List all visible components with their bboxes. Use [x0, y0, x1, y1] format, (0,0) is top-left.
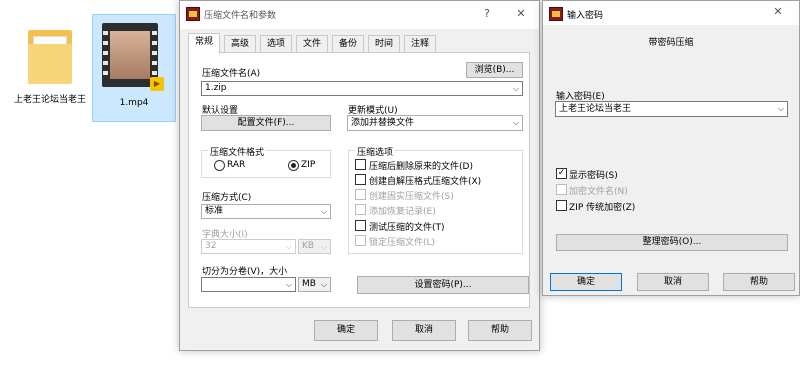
password-subtitle: 带密码压缩 [648, 38, 694, 48]
split-unit-value: MB [302, 279, 316, 289]
tab-comment[interactable]: 注释 [404, 35, 437, 53]
archive-name-combo[interactable]: 1.zip ⌵ [201, 81, 523, 96]
test-files-checkbox[interactable] [355, 220, 366, 231]
encrypt-names-label: 加密文件名(N) [569, 187, 628, 197]
zip-legacy-checkbox[interactable] [556, 200, 567, 211]
recovery-record-checkbox[interactable] [355, 204, 366, 215]
folder-front-icon [28, 44, 72, 84]
method-value: 标准 [205, 206, 224, 216]
archive-cancel-button[interactable]: 取消 [392, 320, 456, 341]
delete-after-label: 压缩后删除原来的文件(D) [369, 162, 473, 172]
password-input[interactable]: 上老王论坛当老王 ⌵ [555, 101, 788, 117]
format-group-title: 压缩文件格式 [208, 145, 267, 158]
tab-advanced[interactable]: 高级 [224, 35, 257, 53]
archive-help-button[interactable]: 帮助 [468, 320, 532, 341]
dict-unit-select[interactable]: KB ⌵ [298, 239, 331, 254]
split-unit-select[interactable]: MB ⌵ [298, 277, 331, 292]
winrar-app-icon [186, 7, 200, 21]
solid-archive-label: 创建固实压缩文件(S) [369, 192, 454, 202]
format-group: 压缩文件格式 RAR ZIP [201, 145, 331, 178]
dict-unit-value: KB [302, 241, 315, 251]
format-rar-label: RAR [227, 160, 246, 170]
lock-archive-checkbox[interactable] [355, 235, 366, 246]
chevron-down-icon: ⌵ [320, 207, 327, 216]
archive-dialog-titlebar: 压缩文件名和参数 ? ✕ [180, 1, 539, 29]
organize-passwords-button[interactable]: 整理密码(O)... [556, 234, 788, 251]
password-dialog-titlebar: 输入密码 ✕ [543, 1, 799, 25]
password-help-button[interactable]: 帮助 [723, 273, 795, 291]
recovery-record-label: 添加恢复记录(E) [369, 207, 436, 217]
split-label: 切分为分卷(V)，大小 [202, 267, 288, 277]
create-sfx-label: 创建自解压格式压缩文件(X) [369, 177, 482, 187]
options-group-title: 压缩选项 [355, 145, 396, 158]
zip-legacy-label: ZIP 传统加密(Z) [569, 203, 636, 213]
help-icon[interactable]: ? [478, 5, 496, 23]
video-file-label: 1.mp4 [119, 98, 149, 108]
tab-time[interactable]: 时间 [368, 35, 401, 53]
dict-size-select[interactable]: 32 ⌵ [201, 239, 296, 254]
solid-archive-checkbox[interactable] [355, 189, 366, 200]
show-password-checkbox[interactable]: ✓ [556, 168, 567, 179]
chevron-down-icon: ⌵ [512, 84, 519, 93]
archive-name-label: 压缩文件名(A) [202, 69, 261, 79]
method-select[interactable]: 标准 ⌵ [201, 204, 331, 219]
format-zip-label: ZIP [301, 160, 316, 170]
folder-label: 上老王论坛当老王 [13, 95, 86, 105]
password-dialog: 输入密码 ✕ 带密码压缩 输入密码(E) 上老王论坛当老王 ⌵ ✓ 显示密码(S… [542, 0, 800, 296]
tab-options[interactable]: 选项 [260, 35, 293, 53]
video-file-icon: ▶ [102, 23, 164, 91]
password-dialog-title: 输入密码 [567, 11, 604, 21]
archive-dialog-title: 压缩文件名和参数 [204, 11, 277, 21]
winrar-app-icon [549, 7, 563, 21]
lock-archive-label: 锁定压缩文件(L) [369, 238, 436, 248]
folder-item[interactable]: 上老王论坛当老王 [8, 14, 92, 122]
method-label: 压缩方式(C) [202, 193, 252, 203]
close-icon[interactable]: ✕ [512, 5, 530, 23]
encrypt-names-checkbox[interactable] [556, 184, 567, 195]
format-rar-radio[interactable] [214, 160, 225, 171]
set-password-button[interactable]: 设置密码(P)... [357, 276, 529, 294]
create-sfx-checkbox[interactable] [355, 174, 366, 185]
chevron-down-icon: ⌵ [285, 280, 292, 289]
profiles-button[interactable]: 配置文件(F)... [201, 115, 331, 131]
password-value: 上老王论坛当老王 [559, 104, 632, 114]
general-panel: 压缩文件名(A) 浏览(B)... 1.zip ⌵ 默认设置 配置文件(F)..… [188, 52, 530, 308]
chevron-down-icon: ⌵ [320, 280, 327, 289]
delete-after-checkbox[interactable] [355, 159, 366, 170]
chevron-down-icon: ⌵ [320, 242, 327, 251]
player-badge-icon: ▶ [150, 77, 164, 91]
update-mode-value: 添加并替换文件 [351, 118, 415, 128]
format-zip-radio[interactable] [288, 160, 299, 171]
video-file-item[interactable]: ▶ 1.mp4 [92, 14, 176, 122]
tab-backup[interactable]: 备份 [332, 35, 365, 53]
tab-files[interactable]: 文件 [296, 35, 329, 53]
archive-name-value: 1.zip [205, 83, 227, 93]
test-files-label: 测试压缩的文件(T) [369, 223, 445, 233]
chevron-down-icon: ⌵ [777, 104, 784, 113]
password-ok-button[interactable]: 确定 [550, 273, 622, 291]
chevron-down-icon: ⌵ [512, 118, 519, 127]
dict-size-value: 32 [205, 241, 217, 251]
update-mode-select[interactable]: 添加并替换文件 ⌵ [347, 115, 523, 131]
archive-dialog: 压缩文件名和参数 ? ✕ 常规 高级 选项 文件 备份 时间 注释 压缩文件名(… [179, 0, 540, 351]
show-password-label: 显示密码(S) [569, 171, 618, 181]
browse-button[interactable]: 浏览(B)... [466, 62, 523, 78]
close-icon[interactable]: ✕ [769, 3, 787, 21]
archive-ok-button[interactable]: 确定 [314, 320, 378, 341]
options-group: 压缩选项 压缩后删除原来的文件(D) 创建自解压格式压缩文件(X) 创建固实压缩… [348, 145, 523, 254]
tab-general[interactable]: 常规 [188, 33, 221, 54]
chevron-down-icon: ⌵ [285, 242, 292, 251]
password-cancel-button[interactable]: 取消 [637, 273, 709, 291]
split-size-combo[interactable]: ⌵ [201, 277, 296, 292]
